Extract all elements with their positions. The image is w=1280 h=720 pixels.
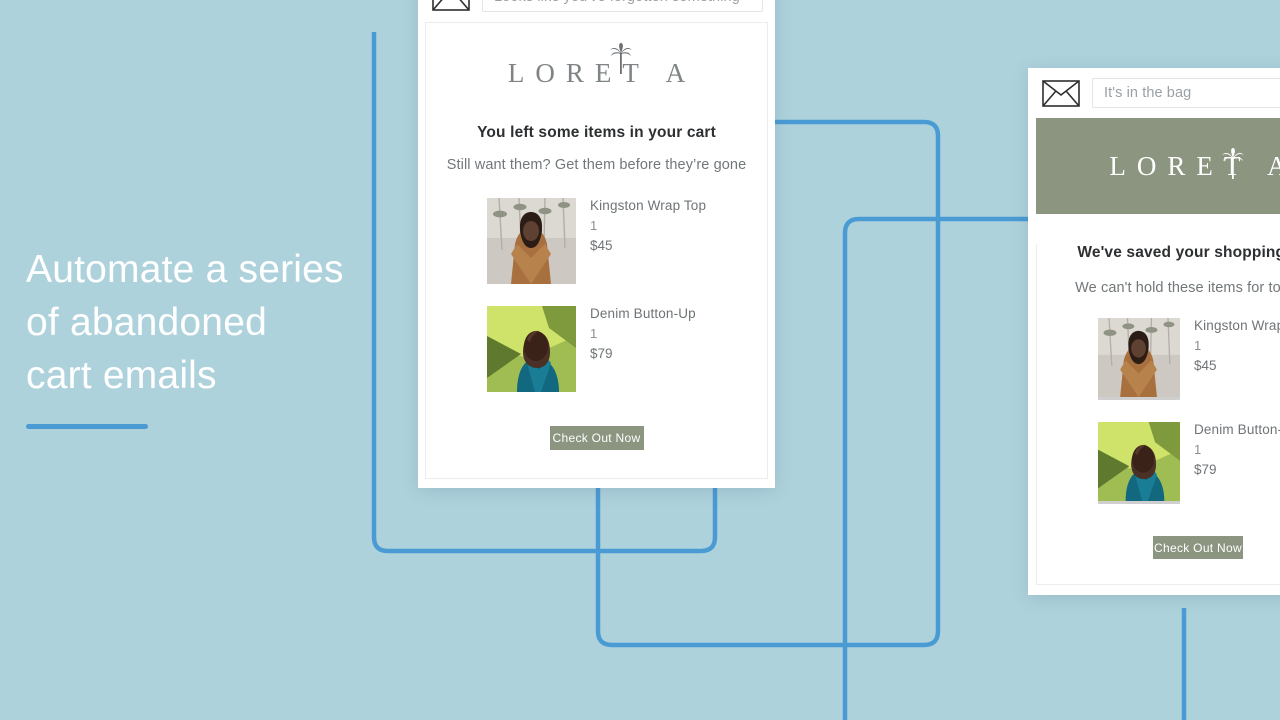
product-thumbnail-kingston-wrap-top (487, 198, 576, 284)
brand-wordmark-text: LORET A (507, 57, 697, 88)
palm-tree-icon (610, 43, 632, 74)
headline-line-1: Automate a series (26, 248, 344, 291)
product-name: Kingston Wrap Top (1194, 318, 1280, 333)
email-body-main: LORET A You left some items in your cart… (425, 22, 768, 479)
email-subheading-right: We can't hold these items for too long (1075, 280, 1280, 296)
product-quantity: 1 (1194, 442, 1202, 457)
product-thumbnail-kingston-wrap-top (1098, 318, 1180, 400)
product-quantity: 1 (590, 218, 598, 233)
checkout-button-right[interactable]: Check Out Now (1153, 536, 1243, 559)
product-name: Kingston Wrap Top (590, 198, 707, 213)
subject-input-right[interactable]: It's in the bag (1092, 78, 1280, 108)
headline-block: Automate a series of abandoned cart emai… (26, 243, 386, 429)
brand-logo-band-right: LORET A (1036, 118, 1280, 214)
product-thumbnail-denim-button-up (1098, 422, 1180, 504)
envelope-icon (432, 0, 470, 11)
email-heading-main: You left some items in your cart (477, 124, 716, 141)
product-info: Kingston Wrap Top 1 $45 (1180, 318, 1280, 373)
product-info: Denim Button-Up 1 $79 (1180, 422, 1280, 477)
product-price: $79 (1194, 462, 1217, 477)
email-subject-row: It's in the bag (1028, 68, 1280, 118)
product-row[interactable]: Kingston Wrap Top 1 $45 (487, 198, 767, 284)
palm-tree-icon (1222, 148, 1244, 179)
product-info: Kingston Wrap Top 1 $45 (576, 198, 706, 253)
product-quantity: 1 (590, 326, 598, 341)
email-subject-row: Looks like you've forgotten something (418, 0, 775, 22)
product-thumbnail-denim-button-up (487, 306, 576, 392)
brand-wordmark-text: LORET A (1109, 150, 1280, 181)
product-row[interactable]: Denim Button-Up 1 $79 (487, 306, 767, 392)
email-preview-card-main[interactable]: Looks like you've forgotten something LO… (418, 0, 775, 488)
product-info: Denim Button-Up 1 $79 (576, 306, 696, 361)
product-price: $45 (590, 238, 613, 253)
headline-line-3: cart emails (26, 354, 217, 397)
email-subheading-main: Still want them? Get them before they’re… (446, 157, 747, 173)
product-list-right: Kingston Wrap Top 1 $45 (1037, 318, 1280, 504)
checkout-button-main[interactable]: Check Out Now (549, 426, 644, 450)
subject-text: It's in the bag (1104, 85, 1192, 101)
email-preview-card-right[interactable]: It's in the bag LORET A We've saved your… (1028, 68, 1280, 595)
product-row[interactable]: Denim Button-Up 1 $79 (1098, 422, 1280, 504)
subject-text: Looks like you've forgotten something (494, 0, 740, 5)
subject-input-main[interactable]: Looks like you've forgotten something (482, 0, 763, 12)
product-quantity: 1 (1194, 338, 1202, 353)
brand-logo-main: LORET A (426, 27, 767, 119)
email-content-right: We've saved your shopping cart We can't … (1036, 244, 1280, 585)
product-row[interactable]: Kingston Wrap Top 1 $45 (1098, 318, 1280, 400)
product-name: Denim Button-Up (590, 306, 696, 321)
slide-canvas: Automate a series of abandoned cart emai… (0, 0, 1280, 720)
product-list-main: Kingston Wrap Top 1 $45 Denim Button-Up … (426, 198, 767, 392)
product-name: Denim Button-Up (1194, 422, 1280, 437)
product-price: $45 (1194, 358, 1217, 373)
email-body-right: LORET A We've saved your shopping cart W… (1036, 118, 1280, 585)
envelope-icon (1042, 79, 1080, 107)
product-price: $79 (590, 346, 613, 361)
headline-accent-rule (26, 424, 148, 429)
headline-line-2: of abandoned (26, 301, 267, 344)
email-heading-right: We've saved your shopping cart (1077, 244, 1280, 261)
